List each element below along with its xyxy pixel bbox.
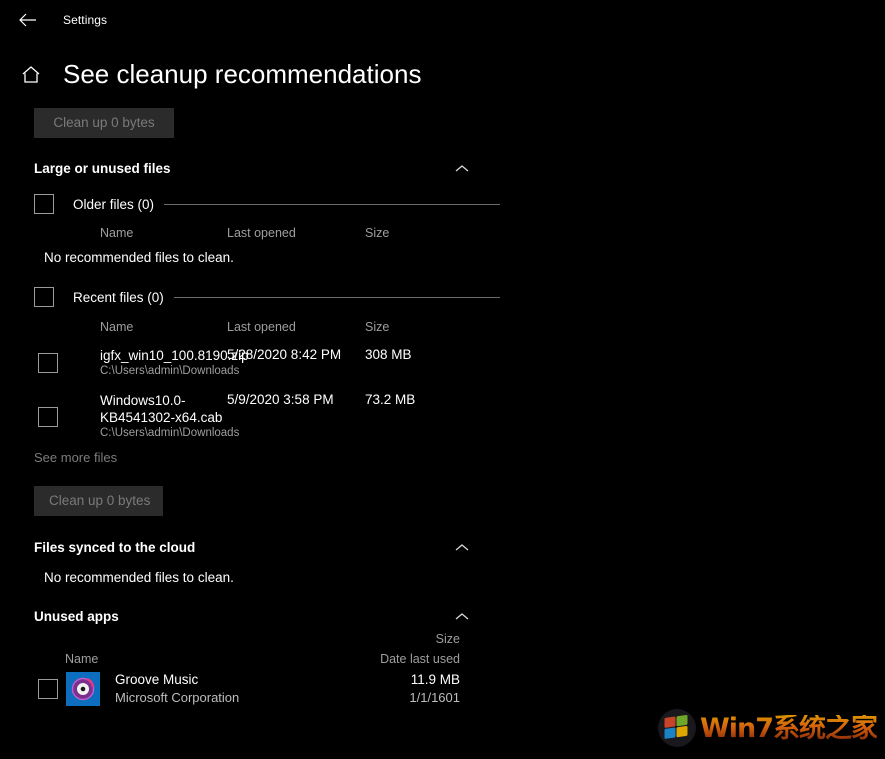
column-header-name: Name bbox=[34, 226, 227, 240]
cleanup-top-button[interactable]: Clean up 0 bytes bbox=[34, 108, 174, 138]
section-title: Files synced to the cloud bbox=[34, 540, 195, 555]
file-size: 308 MB bbox=[365, 347, 465, 362]
back-arrow-icon bbox=[19, 13, 36, 27]
home-icon[interactable] bbox=[18, 61, 44, 87]
section-cloud-files-header[interactable]: Files synced to the cloud bbox=[34, 536, 472, 558]
file-path: C:\Users\admin\Downloads bbox=[100, 364, 227, 379]
groove-music-icon bbox=[66, 672, 100, 706]
app-row-checkbox[interactable] bbox=[38, 679, 58, 699]
app-publisher: Microsoft Corporation bbox=[115, 689, 409, 707]
table-row[interactable]: igfx_win10_100.8190.zip C:\Users\admin\D… bbox=[34, 347, 500, 379]
page-title: See cleanup recommendations bbox=[63, 61, 421, 87]
chevron-up-icon[interactable] bbox=[452, 606, 472, 626]
section-title: Unused apps bbox=[34, 609, 119, 624]
column-header-name: Name bbox=[65, 652, 98, 666]
windows-logo-icon bbox=[658, 709, 696, 747]
divider bbox=[174, 297, 500, 298]
app-text-cell: Groove Music Microsoft Corporation bbox=[115, 671, 409, 707]
file-checkbox-cell bbox=[34, 407, 100, 427]
file-checkbox-cell bbox=[34, 353, 100, 373]
watermark: Win7系统之家 bbox=[658, 709, 877, 747]
unused-apps-column-headers: Name Size Date last used bbox=[34, 632, 472, 666]
older-files-label: Older files (0) bbox=[73, 197, 154, 212]
column-header-name: Name bbox=[34, 320, 227, 334]
file-path: C:\Users\admin\Downloads bbox=[100, 426, 227, 441]
recent-files-label: Recent files (0) bbox=[73, 290, 164, 305]
list-item[interactable]: Groove Music Microsoft Corporation 11.9 … bbox=[34, 666, 472, 712]
title-bar: Settings bbox=[0, 0, 885, 40]
cloud-files-empty-message: No recommended files to clean. bbox=[34, 570, 500, 585]
app-meta-cell: 11.9 MB 1/1/1601 bbox=[409, 671, 472, 707]
file-name: Windows10.0-KB4541302-x64.cab bbox=[100, 392, 227, 426]
recent-files-group-row: Recent files (0) bbox=[34, 286, 500, 308]
back-button[interactable] bbox=[8, 5, 46, 35]
file-row-checkbox[interactable] bbox=[38, 407, 58, 427]
chevron-up-icon[interactable] bbox=[452, 537, 472, 557]
column-header-date-last-used: Date last used bbox=[380, 652, 460, 666]
file-last-opened: 5/9/2020 3:58 PM bbox=[227, 392, 365, 407]
watermark-text: Win7系统之家 bbox=[700, 715, 877, 742]
divider bbox=[164, 204, 500, 205]
older-files-checkbox[interactable] bbox=[34, 194, 54, 214]
column-header-size: Size bbox=[365, 320, 465, 334]
app-name-label: Settings bbox=[63, 13, 107, 27]
file-name-cell: igfx_win10_100.8190.zip C:\Users\admin\D… bbox=[100, 347, 227, 379]
recent-files-column-headers: Name Last opened Size bbox=[34, 317, 500, 337]
section-large-unused-files-header[interactable]: Large or unused files bbox=[34, 157, 472, 179]
file-row-checkbox[interactable] bbox=[38, 353, 58, 373]
older-files-empty-message: No recommended files to clean. bbox=[34, 250, 500, 265]
chevron-up-icon[interactable] bbox=[452, 158, 472, 178]
file-name: igfx_win10_100.8190.zip bbox=[100, 347, 227, 364]
see-more-files-link[interactable]: See more files bbox=[34, 450, 500, 465]
column-header-size: Size bbox=[436, 632, 460, 646]
column-header-size: Size bbox=[365, 226, 465, 240]
section-title: Large or unused files bbox=[34, 161, 171, 176]
app-name: Groove Music bbox=[115, 671, 409, 689]
recent-files-checkbox[interactable] bbox=[34, 287, 54, 307]
file-size: 73.2 MB bbox=[365, 392, 465, 407]
content-column: Clean up 0 bytes Large or unused files O… bbox=[0, 108, 500, 712]
section-unused-apps-header[interactable]: Unused apps bbox=[34, 605, 472, 627]
app-checkbox-cell bbox=[34, 679, 66, 699]
app-size: 11.9 MB bbox=[409, 671, 460, 689]
app-date-last-used: 1/1/1601 bbox=[409, 689, 460, 707]
page-header: See cleanup recommendations bbox=[0, 56, 885, 92]
older-files-column-headers: Name Last opened Size bbox=[34, 223, 500, 243]
file-last-opened: 5/28/2020 8:42 PM bbox=[227, 347, 365, 362]
column-header-last-opened: Last opened bbox=[227, 226, 365, 240]
older-files-group-row: Older files (0) bbox=[34, 193, 500, 215]
cleanup-mid-button[interactable]: Clean up 0 bytes bbox=[34, 486, 163, 516]
table-row[interactable]: Windows10.0-KB4541302-x64.cab C:\Users\a… bbox=[34, 392, 500, 441]
file-name-cell: Windows10.0-KB4541302-x64.cab C:\Users\a… bbox=[100, 392, 227, 441]
column-header-last-opened: Last opened bbox=[227, 320, 365, 334]
